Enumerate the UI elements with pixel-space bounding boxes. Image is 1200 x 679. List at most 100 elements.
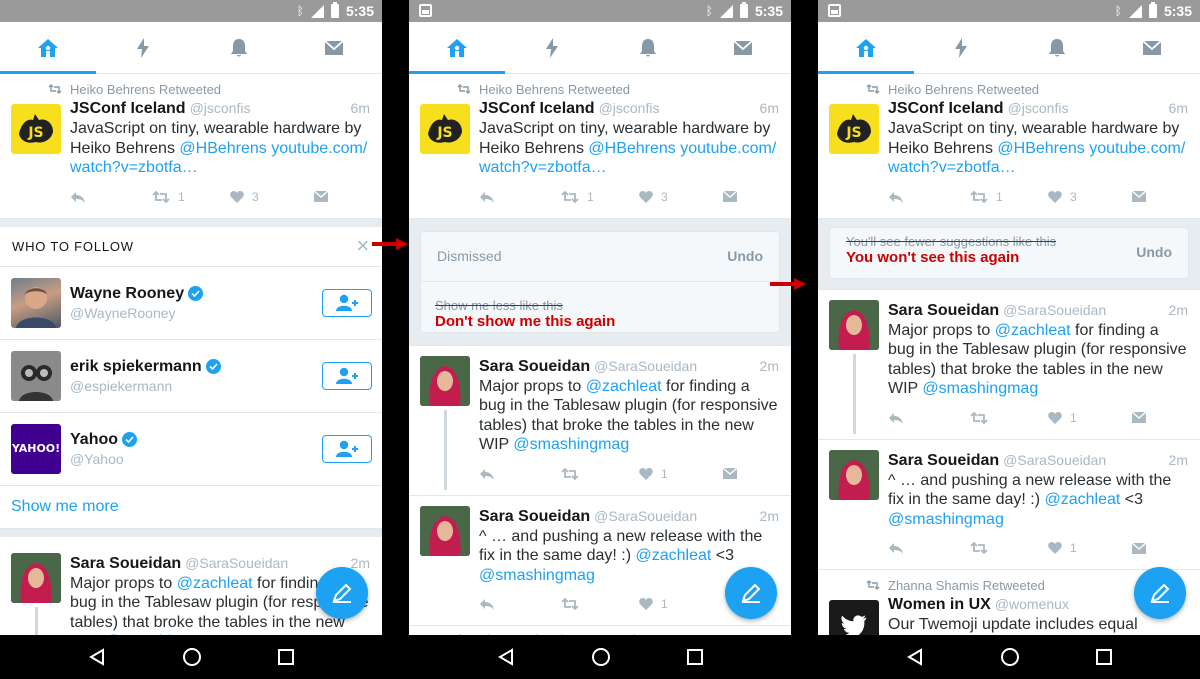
author-name[interactable]: Women in UX bbox=[888, 595, 991, 615]
account-name[interactable]: Yahoo bbox=[70, 431, 118, 449]
mention-link[interactable]: @HBehrens bbox=[179, 140, 266, 157]
tab-notifications[interactable] bbox=[600, 22, 696, 73]
mention-link[interactable]: @zachleat bbox=[636, 547, 712, 564]
mention-link[interactable]: @HBehrens bbox=[588, 140, 675, 157]
avatar[interactable] bbox=[829, 600, 879, 635]
like-button[interactable]: 3 bbox=[1048, 190, 1132, 204]
dm-button[interactable] bbox=[1132, 412, 1146, 423]
retweet-button[interactable] bbox=[970, 411, 1048, 424]
avatar[interactable] bbox=[11, 350, 61, 401]
retweet-button[interactable]: 1 bbox=[152, 190, 230, 204]
follow-button[interactable] bbox=[322, 361, 372, 390]
tab-notifications[interactable] bbox=[191, 22, 287, 73]
reply-button[interactable] bbox=[479, 598, 561, 610]
follow-suggestion[interactable]: YAHOO! Yahoo @Yahoo bbox=[0, 413, 382, 486]
recent-apps-icon[interactable] bbox=[687, 649, 703, 665]
mention-link[interactable]: @zachleat bbox=[995, 322, 1071, 339]
mention-link[interactable]: @smashingmag bbox=[479, 567, 595, 584]
author-name[interactable]: JSConf Iceland bbox=[888, 99, 1004, 119]
home-nav-icon[interactable] bbox=[1000, 647, 1020, 667]
tab-moments[interactable] bbox=[96, 22, 192, 73]
tab-messages[interactable] bbox=[1105, 22, 1200, 73]
account-name[interactable]: Wayne Rooney bbox=[70, 285, 184, 303]
like-button[interactable]: 1 bbox=[639, 597, 723, 611]
back-icon[interactable] bbox=[906, 648, 924, 666]
reply-button[interactable] bbox=[479, 191, 561, 203]
follow-suggestion[interactable]: Wayne Rooney @WayneRooney bbox=[0, 267, 382, 340]
tab-messages[interactable] bbox=[287, 22, 383, 73]
retweet-button[interactable] bbox=[561, 598, 639, 610]
mention-link[interactable]: @zachleat bbox=[1045, 491, 1121, 508]
tab-moments[interactable] bbox=[505, 22, 601, 73]
struck-option-text[interactable]: Show me less like this bbox=[435, 298, 765, 313]
mention-link[interactable]: @zachleat bbox=[177, 575, 253, 592]
home-nav-icon[interactable] bbox=[591, 647, 611, 667]
undo-button[interactable]: Undo bbox=[727, 248, 763, 264]
tweet-sara[interactable]: Sara Soueidan @SaraSoueidan 2m Major pro… bbox=[818, 288, 1200, 440]
author-name[interactable]: Sara Soueidan bbox=[888, 301, 999, 321]
tab-home[interactable] bbox=[409, 22, 505, 74]
compose-button[interactable] bbox=[1134, 567, 1186, 619]
avatar[interactable] bbox=[11, 552, 61, 603]
undo-button[interactable]: Undo bbox=[1136, 244, 1172, 260]
author-name[interactable]: Sara Soueidan bbox=[479, 357, 590, 377]
recent-apps-icon[interactable] bbox=[278, 649, 294, 665]
tab-moments[interactable] bbox=[914, 22, 1010, 73]
avatar[interactable] bbox=[829, 449, 879, 500]
account-name[interactable]: erik spiekermann bbox=[70, 358, 202, 376]
avatar[interactable] bbox=[11, 277, 61, 328]
mention-link[interactable]: @smashingmag bbox=[922, 380, 1038, 397]
mention-link[interactable]: @smashingmag bbox=[888, 511, 1004, 528]
dm-button[interactable] bbox=[723, 468, 737, 479]
retweet-button[interactable]: 1 bbox=[561, 190, 639, 204]
tweet-jsconf[interactable]: Heiko Behrens Retweeted JS JSConf Icelan… bbox=[409, 74, 791, 219]
reply-button[interactable] bbox=[70, 191, 152, 203]
compose-button[interactable] bbox=[316, 567, 368, 619]
mention-link[interactable]: @HBehrens bbox=[997, 140, 1084, 157]
mention-link[interactable]: @smashingmag bbox=[513, 436, 629, 453]
tab-home[interactable] bbox=[818, 22, 914, 74]
retweet-button[interactable]: 1 bbox=[970, 190, 1048, 204]
close-icon[interactable]: × bbox=[356, 235, 370, 257]
follow-button[interactable] bbox=[322, 434, 372, 463]
tweet-jsconf[interactable]: Heiko Behrens Retweeted JS JSConf Icelan… bbox=[0, 74, 382, 219]
author-name[interactable]: JSConf Iceland bbox=[479, 99, 595, 119]
retweet-button[interactable] bbox=[561, 467, 639, 480]
compose-button[interactable] bbox=[725, 567, 777, 619]
show-more-link[interactable]: Show me more bbox=[0, 486, 382, 528]
reply-button[interactable] bbox=[479, 468, 561, 480]
avatar[interactable]: JS bbox=[829, 104, 879, 154]
reply-button[interactable] bbox=[888, 542, 970, 554]
avatar[interactable] bbox=[420, 355, 470, 406]
like-button[interactable]: 3 bbox=[230, 190, 314, 204]
back-icon[interactable] bbox=[88, 648, 106, 666]
avatar[interactable]: JS bbox=[11, 104, 61, 154]
retweet-button[interactable] bbox=[970, 542, 1048, 554]
tweet-sara-2[interactable]: Sara Soueidan @SaraSoueidan 2m ^ … and p… bbox=[818, 439, 1200, 570]
follow-button[interactable] bbox=[322, 288, 372, 317]
avatar[interactable] bbox=[420, 505, 470, 556]
author-name[interactable]: Sara Soueidan bbox=[70, 554, 181, 574]
avatar[interactable]: JS bbox=[420, 104, 470, 154]
home-nav-icon[interactable] bbox=[182, 647, 202, 667]
like-button[interactable]: 3 bbox=[639, 190, 723, 204]
dm-button[interactable] bbox=[314, 191, 328, 202]
author-name[interactable]: Sara Soueidan bbox=[888, 451, 999, 471]
dm-button[interactable] bbox=[1132, 542, 1146, 554]
tab-notifications[interactable] bbox=[1009, 22, 1105, 73]
follow-suggestion[interactable]: erik spiekermann @espiekermann bbox=[0, 340, 382, 413]
reply-button[interactable] bbox=[888, 412, 970, 424]
avatar[interactable] bbox=[829, 299, 879, 350]
recent-apps-icon[interactable] bbox=[1096, 649, 1112, 665]
reply-button[interactable] bbox=[888, 191, 970, 203]
dm-button[interactable] bbox=[723, 191, 737, 202]
mention-link[interactable]: @zachleat bbox=[586, 378, 662, 395]
dm-button[interactable] bbox=[1132, 191, 1146, 202]
author-name[interactable]: Sara Soueidan bbox=[479, 507, 590, 527]
tab-messages[interactable] bbox=[696, 22, 792, 73]
like-button[interactable]: 1 bbox=[1048, 541, 1132, 555]
author-name[interactable]: JSConf Iceland bbox=[70, 99, 186, 119]
like-button[interactable]: 1 bbox=[639, 467, 723, 481]
back-icon[interactable] bbox=[497, 648, 515, 666]
tab-home[interactable] bbox=[0, 22, 96, 74]
